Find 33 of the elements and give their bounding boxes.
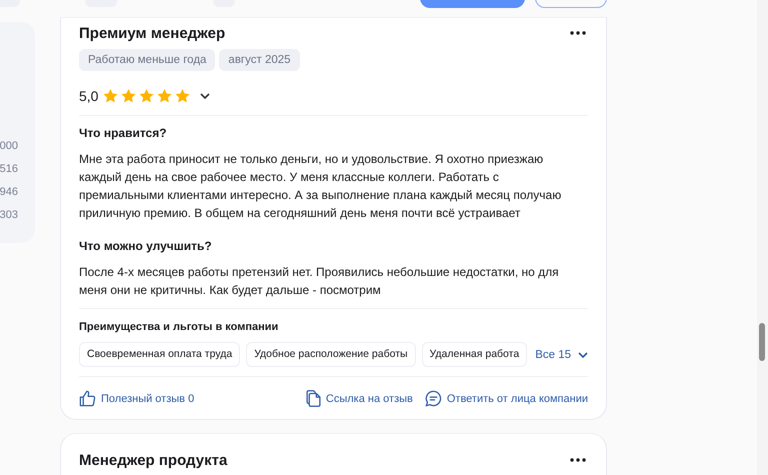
benefit-chip: Удаленная работа xyxy=(422,342,528,367)
review-tag: август 2025 xyxy=(219,49,300,71)
star-icon xyxy=(139,89,154,103)
star-icon xyxy=(157,89,172,103)
benefit-chip: Своевременная оплата труда xyxy=(79,342,240,367)
benefits-heading: Преимущества и льготы в компании xyxy=(79,321,280,333)
thumbs-up-icon xyxy=(79,390,96,407)
side-value: 516 xyxy=(0,162,18,177)
review-title: Премиум менеджер xyxy=(79,24,226,42)
chat-icon xyxy=(424,390,442,407)
benefit-chip: Удобное расположение работы xyxy=(246,342,416,367)
section-heading: Что нравится? xyxy=(79,125,168,141)
star-icon xyxy=(175,89,190,103)
side-value: 946 xyxy=(0,185,18,200)
chevron-down-icon[interactable] xyxy=(200,93,210,99)
more-icon[interactable] xyxy=(570,31,586,35)
review-text: После 4-х месяцев работы претензий нет. Проявились небольшие недостатки, но для меня они не критичны. Как будет дальше - посмотрим xyxy=(79,264,560,299)
review-link[interactable]: Ссылка на отзыв xyxy=(306,390,413,407)
helpful-link[interactable]: Полезный отзыв 0 xyxy=(79,390,194,407)
review-tag: Работаю меньше года xyxy=(79,49,216,71)
copy-icon xyxy=(306,390,321,407)
side-value: 000 xyxy=(0,139,18,154)
review-title: Менеджер продукта xyxy=(79,452,228,468)
chevron-down-icon xyxy=(578,352,588,358)
star-icon xyxy=(121,89,136,103)
reply-link[interactable]: Ответить от лица компании xyxy=(424,390,588,407)
star-icon xyxy=(103,89,118,103)
section-heading: Что можно улучшить? xyxy=(79,238,213,254)
rating-score: 5,0 xyxy=(79,88,98,104)
more-icon[interactable] xyxy=(570,458,586,462)
review-text: Мне эта работа приносит не только деньги, но и удовольствие. Я охотно приезжаю каждый день на свое рабочее место. У меня классные коллеги. Работать с премиальными клиентами интересно. А за выполнение плана каждый месяц получаю приличную премию. В общем на сегодняшний день меня почти всё устраивает xyxy=(79,151,562,222)
side-value: 303 xyxy=(0,208,18,223)
scrollbar-thumb[interactable] xyxy=(759,323,765,361)
